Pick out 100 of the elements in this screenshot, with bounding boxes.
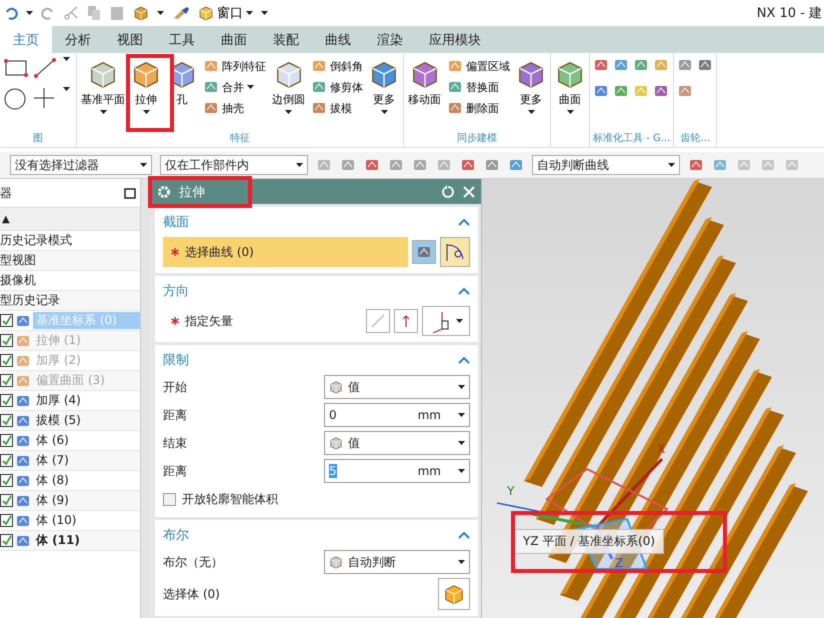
navigator-node[interactable]: 历史记录模式 [0, 232, 72, 249]
paste-icon[interactable] [109, 5, 125, 21]
visibility-checkbox[interactable] [0, 354, 13, 367]
feature-node[interactable]: 体 (8) [33, 472, 140, 489]
ribbon-small-button[interactable]: 删除面 [446, 99, 511, 117]
filter-tool-icon[interactable] [316, 157, 332, 173]
distance-input[interactable]: 0 mm [324, 403, 470, 427]
section-title[interactable]: 布尔 [163, 526, 189, 544]
tool-icon[interactable] [653, 57, 669, 73]
ribbon-large-button[interactable]: 拉伸 [130, 57, 162, 116]
checkbox[interactable] [163, 492, 176, 506]
visibility-checkbox[interactable] [0, 514, 13, 527]
undo-icon[interactable] [4, 6, 18, 20]
sketch-section-button[interactable] [412, 240, 436, 264]
ribbon-tab[interactable]: 主页 [0, 26, 52, 53]
ribbon-tab[interactable]: 视图 [104, 26, 156, 53]
filter-tool-icon[interactable] [388, 157, 404, 173]
visibility-checkbox[interactable] [0, 394, 13, 407]
visibility-checkbox[interactable] [0, 534, 13, 547]
reset-icon[interactable] [441, 184, 455, 198]
filter-tool-icon[interactable] [364, 157, 380, 173]
collapse-caret-icon[interactable] [458, 356, 470, 364]
filter-tool-icon[interactable] [436, 157, 452, 173]
feature-node[interactable]: 加厚 (4) [33, 392, 140, 409]
curve-selection-bar[interactable]: 选择曲线 (0) [163, 237, 408, 267]
section-title[interactable]: 限制 [163, 351, 189, 369]
maximize-icon[interactable] [124, 188, 136, 198]
visibility-checkbox[interactable] [0, 494, 13, 507]
ribbon-large-button[interactable]: 更多 [368, 57, 400, 116]
redo-icon[interactable] [41, 6, 55, 20]
scissors-icon[interactable] [63, 5, 79, 21]
tool-icon[interactable] [593, 57, 609, 73]
ribbon-tab[interactable]: 应用模块 [416, 26, 494, 53]
ribbon-small-button[interactable]: 倒斜角 [310, 57, 364, 75]
ribbon-large-button[interactable]: 曲面 [554, 57, 586, 116]
option-dropdown[interactable]: 值 [324, 431, 470, 455]
ribbon-tab[interactable]: 渲染 [364, 26, 416, 53]
filter-tool-icon[interactable] [412, 157, 428, 173]
ribbon-small-button[interactable]: 抽壳 [202, 99, 267, 117]
filter-tool-icon[interactable] [484, 157, 500, 173]
vector-type-dropdown[interactable] [422, 306, 470, 336]
section-title[interactable]: 方向 [163, 282, 189, 300]
visibility-checkbox[interactable] [0, 374, 13, 387]
filter-tool-icon[interactable] [340, 157, 356, 173]
distance-input[interactable]: 5 mm [324, 459, 470, 483]
ribbon-tab[interactable]: 装配 [260, 26, 312, 53]
ribbon-tab[interactable]: 工具 [156, 26, 208, 53]
type-filter-dropdown[interactable]: 没有选择过滤器 [10, 155, 152, 175]
close-icon[interactable] [463, 186, 475, 198]
plus-tool-icon[interactable] [33, 87, 55, 109]
tool-icon[interactable] [311, 79, 327, 95]
reverse-direction-button[interactable] [366, 309, 390, 333]
ribbon-large-button[interactable]: 更多 [515, 57, 547, 116]
filter-tool-icon[interactable] [460, 157, 476, 173]
sketch-icon[interactable] [416, 244, 432, 260]
option-dropdown[interactable]: 自动判断 [324, 550, 470, 574]
snap-tool-icon[interactable] [688, 157, 704, 173]
tool-icon[interactable] [311, 58, 327, 74]
ribbon-tab[interactable]: 曲面 [208, 26, 260, 53]
visibility-checkbox[interactable] [0, 474, 13, 487]
visibility-checkbox[interactable] [0, 334, 13, 347]
snap-tool-icon[interactable] [712, 157, 728, 173]
tool-icon[interactable] [447, 100, 463, 116]
tool-icon[interactable] [447, 58, 463, 74]
settings-icon[interactable] [157, 184, 171, 198]
ribbon-tab[interactable]: 分析 [52, 26, 104, 53]
ribbon-small-button[interactable]: 替换面 [446, 78, 511, 96]
ribbon-small-button[interactable]: 阵列特征 [202, 57, 267, 75]
feature-node[interactable]: 体 (10) [33, 512, 140, 529]
collapse-caret-icon[interactable] [458, 218, 470, 226]
curve-button[interactable] [440, 237, 470, 267]
tool-icon[interactable] [203, 79, 219, 95]
feature-node[interactable]: 体 (6) [33, 432, 140, 449]
select-body-button[interactable] [438, 578, 470, 610]
collapse-caret-icon[interactable] [458, 287, 470, 295]
tool-icon[interactable] [203, 100, 219, 116]
section-title[interactable]: 截面 [163, 213, 189, 231]
filter-tool-icon[interactable] [508, 157, 524, 173]
tool-icon[interactable] [447, 79, 463, 95]
visibility-checkbox[interactable] [0, 454, 13, 467]
brush-icon[interactable] [172, 6, 190, 20]
collapse-caret-icon[interactable] [458, 531, 470, 539]
ribbon-large-button[interactable]: 边倒圆 [271, 57, 306, 116]
ribbon-large-button[interactable]: 基准平面 [80, 57, 126, 116]
visibility-checkbox[interactable] [0, 434, 13, 447]
navigator-node[interactable]: 摄像机 [0, 272, 36, 289]
tool-icon[interactable] [633, 57, 649, 73]
line-tool-icon[interactable] [33, 57, 57, 79]
ribbon-tab[interactable]: 曲线 [312, 26, 364, 53]
option-dropdown[interactable]: 值 [324, 375, 470, 399]
curve-rule-dropdown[interactable]: 自动判断曲线 [532, 155, 680, 175]
sort-arrow[interactable]: ▲ [0, 214, 10, 224]
copy-icon[interactable] [87, 5, 101, 21]
tool-icon[interactable] [677, 83, 694, 99]
circle-tool-icon[interactable] [3, 87, 27, 111]
scope-dropdown[interactable]: 仅在工作部件内 [160, 155, 308, 175]
ribbon-small-button[interactable]: 修剪体 [310, 78, 364, 96]
visibility-checkbox[interactable] [0, 314, 13, 327]
tool-icon[interactable] [613, 57, 629, 73]
ribbon-small-button[interactable]: 拔模 [310, 99, 364, 117]
